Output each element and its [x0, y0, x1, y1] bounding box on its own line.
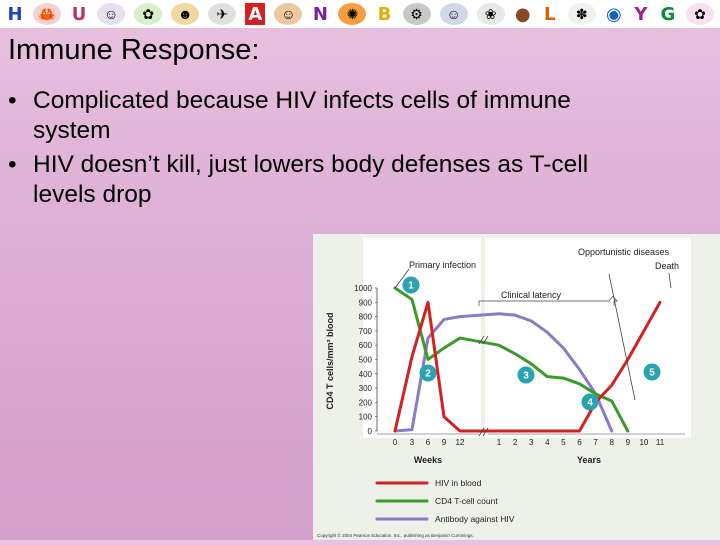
y-tick-label: 700	[359, 327, 373, 336]
y-tick-label: 900	[359, 298, 373, 307]
frog-icon: ✽	[567, 3, 596, 25]
legend-label: CD4 T-cell count	[435, 496, 498, 506]
x-tick-label: 9	[442, 438, 447, 447]
x-label-years: Years	[577, 455, 601, 465]
x-tick-label: 3	[529, 438, 534, 447]
decorative-banner: H 🦀 U ☺ ✿ ☻ ✈ A ☺ N ✺ B ⚙ ☺ ❀ ● L ✽ ◉ Y …	[0, 0, 720, 28]
x-tick-label: 9	[626, 438, 631, 447]
x-tick-label: 10	[639, 438, 648, 447]
annotation-clinical-latency: Clinical latency	[501, 290, 562, 300]
y-tick-label: 200	[359, 398, 373, 407]
letter-u-glyph: U	[71, 3, 87, 25]
y-tick-label: 600	[359, 341, 373, 350]
x-tick-label: 0	[393, 438, 398, 447]
letter-n-glyph: N	[312, 3, 328, 25]
x-tick-label: 4	[545, 438, 550, 447]
slide-title: Immune Response:	[8, 34, 260, 66]
chart-svg: CD4 T cells/mm³ blood 010020030040050060…	[317, 238, 691, 538]
bullet-item: HIV doesn’t kill, just lowers body defen…	[8, 150, 648, 210]
x-tick-label: 11	[656, 438, 665, 447]
y-tick-label: 800	[359, 313, 373, 322]
bunny-icon: ❀	[476, 3, 505, 25]
x-tick-label: 3	[410, 438, 415, 447]
stage-marker-label: 3	[523, 371, 529, 382]
annotation-primary-infection: Primary infection	[409, 260, 476, 270]
x-tick-label: 5	[561, 438, 566, 447]
y-tick-label: 0	[368, 427, 373, 436]
letter-a-glyph: A	[245, 3, 266, 25]
annotation-opportunistic-diseases: Opportunistic diseases	[578, 247, 670, 257]
legend-label: Antibody against HIV	[435, 514, 515, 524]
letter-g-glyph: G	[660, 3, 676, 25]
letter-h-glyph: H	[7, 3, 23, 25]
stage-marker-label: 4	[587, 398, 593, 409]
robot-icon: ⚙	[402, 3, 431, 25]
bullet-item: Complicated because HIV infects cells of…	[8, 86, 648, 146]
hiv-progression-chart: CD4 T cells/mm³ blood 0 100 200 300 400 500 60…	[313, 234, 720, 540]
x-tick-label: 6	[426, 438, 431, 447]
y-axis-label: CD4 T cells/mm³ blood	[325, 312, 335, 409]
annotation-opportunistic-diseases-text: Opportunistic diseases	[578, 247, 670, 257]
kid-icon: ☺	[97, 3, 126, 25]
bug-icon: ✿	[134, 3, 163, 25]
dora-icon: ☺	[274, 3, 303, 25]
letter-l-glyph: L	[544, 3, 556, 25]
annotation-death: Death	[655, 261, 679, 271]
legend-label: HIV in blood	[435, 478, 482, 488]
x-tick-label: 7	[593, 438, 598, 447]
x-tick-label: 1	[497, 438, 502, 447]
letter-o-glyph: ●	[514, 3, 531, 25]
stage-marker-label: 5	[649, 368, 655, 379]
y-tick-label: 100	[359, 413, 373, 422]
x-tick-label: 6	[577, 438, 582, 447]
letter-b-glyph: B	[377, 3, 392, 25]
y-tick-label: 300	[359, 384, 373, 393]
bullet-list: Complicated because HIV infects cells of…	[8, 86, 648, 214]
face-icon: ☻	[171, 3, 200, 25]
y-tick-label: 1000	[354, 284, 372, 293]
stage-marker-label: 2	[425, 369, 431, 380]
alien-icon: ✺	[338, 3, 367, 25]
y-tick-label: 500	[359, 356, 373, 365]
x-tick-label: 8	[609, 438, 614, 447]
stage-marker-label: 1	[408, 281, 414, 292]
copyright-credit: Copyright © 2004 Pearson Education, Inc.…	[317, 532, 474, 538]
flower-icon: ✿	[685, 3, 714, 25]
rocket-icon: ✈	[208, 3, 237, 25]
x-tick-label: 12	[456, 438, 465, 447]
x-label-weeks: Weeks	[414, 455, 442, 465]
crab-icon: 🦀	[33, 3, 62, 25]
letter-y-glyph: Y	[634, 3, 648, 25]
y-tick-label: 400	[359, 370, 373, 379]
x-tick-label: 2	[513, 438, 518, 447]
letter-o2-glyph: ◉	[605, 3, 622, 25]
stewie-icon: ☺	[439, 3, 468, 25]
